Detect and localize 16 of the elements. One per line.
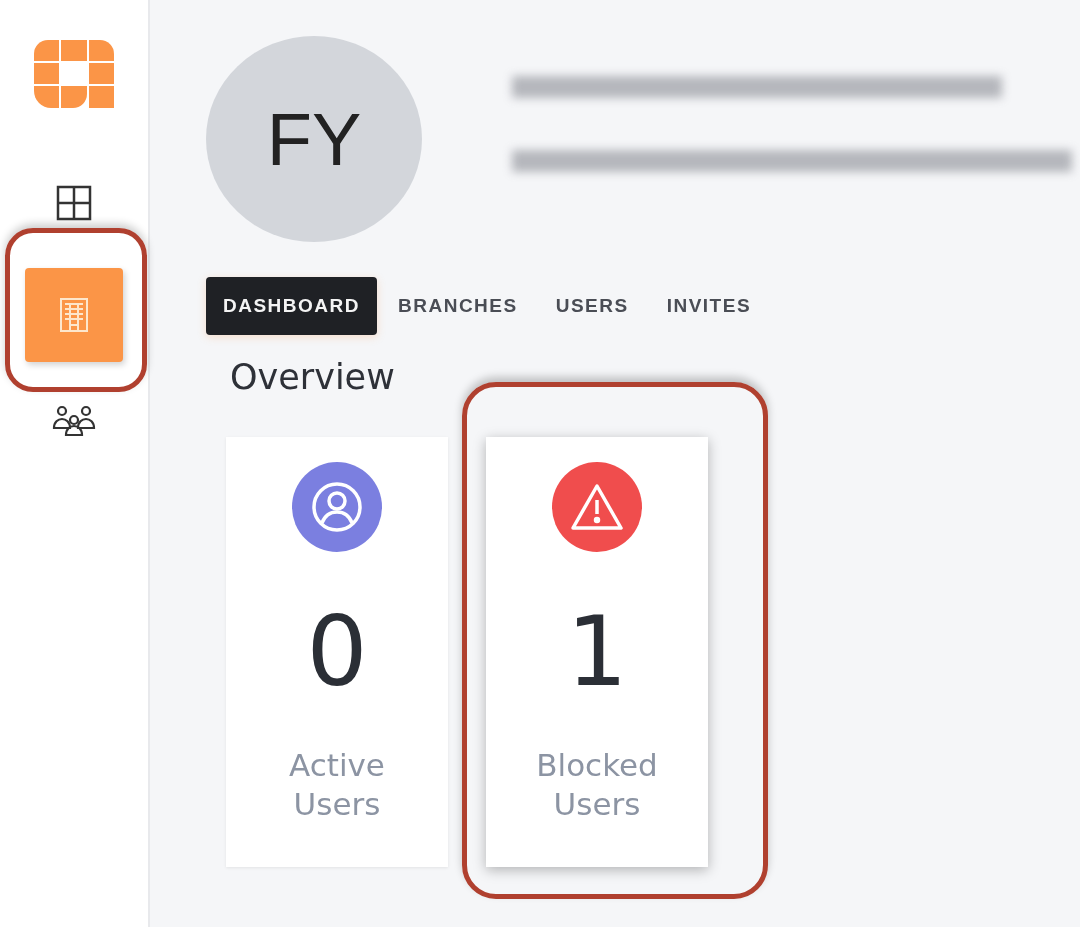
tab[interactable]: USERS	[538, 277, 646, 335]
stat-label: Active Users	[288, 746, 386, 824]
tab[interactable]: BRANCHES	[381, 277, 535, 335]
tab[interactable]: INVITES	[649, 277, 769, 335]
section-title: Overview	[230, 357, 396, 397]
tab[interactable]: DASHBOARD	[206, 277, 377, 335]
grid-icon	[56, 185, 92, 221]
avatar: FY	[206, 36, 422, 242]
stat-count: 1	[566, 604, 628, 700]
user-icon	[310, 480, 364, 534]
building-icon	[59, 297, 89, 333]
stat-count: 0	[306, 604, 368, 700]
warning-icon	[569, 482, 625, 532]
logo-icon	[34, 40, 114, 108]
stat-label: Blocked Users	[535, 746, 659, 824]
people-icon	[50, 404, 98, 436]
